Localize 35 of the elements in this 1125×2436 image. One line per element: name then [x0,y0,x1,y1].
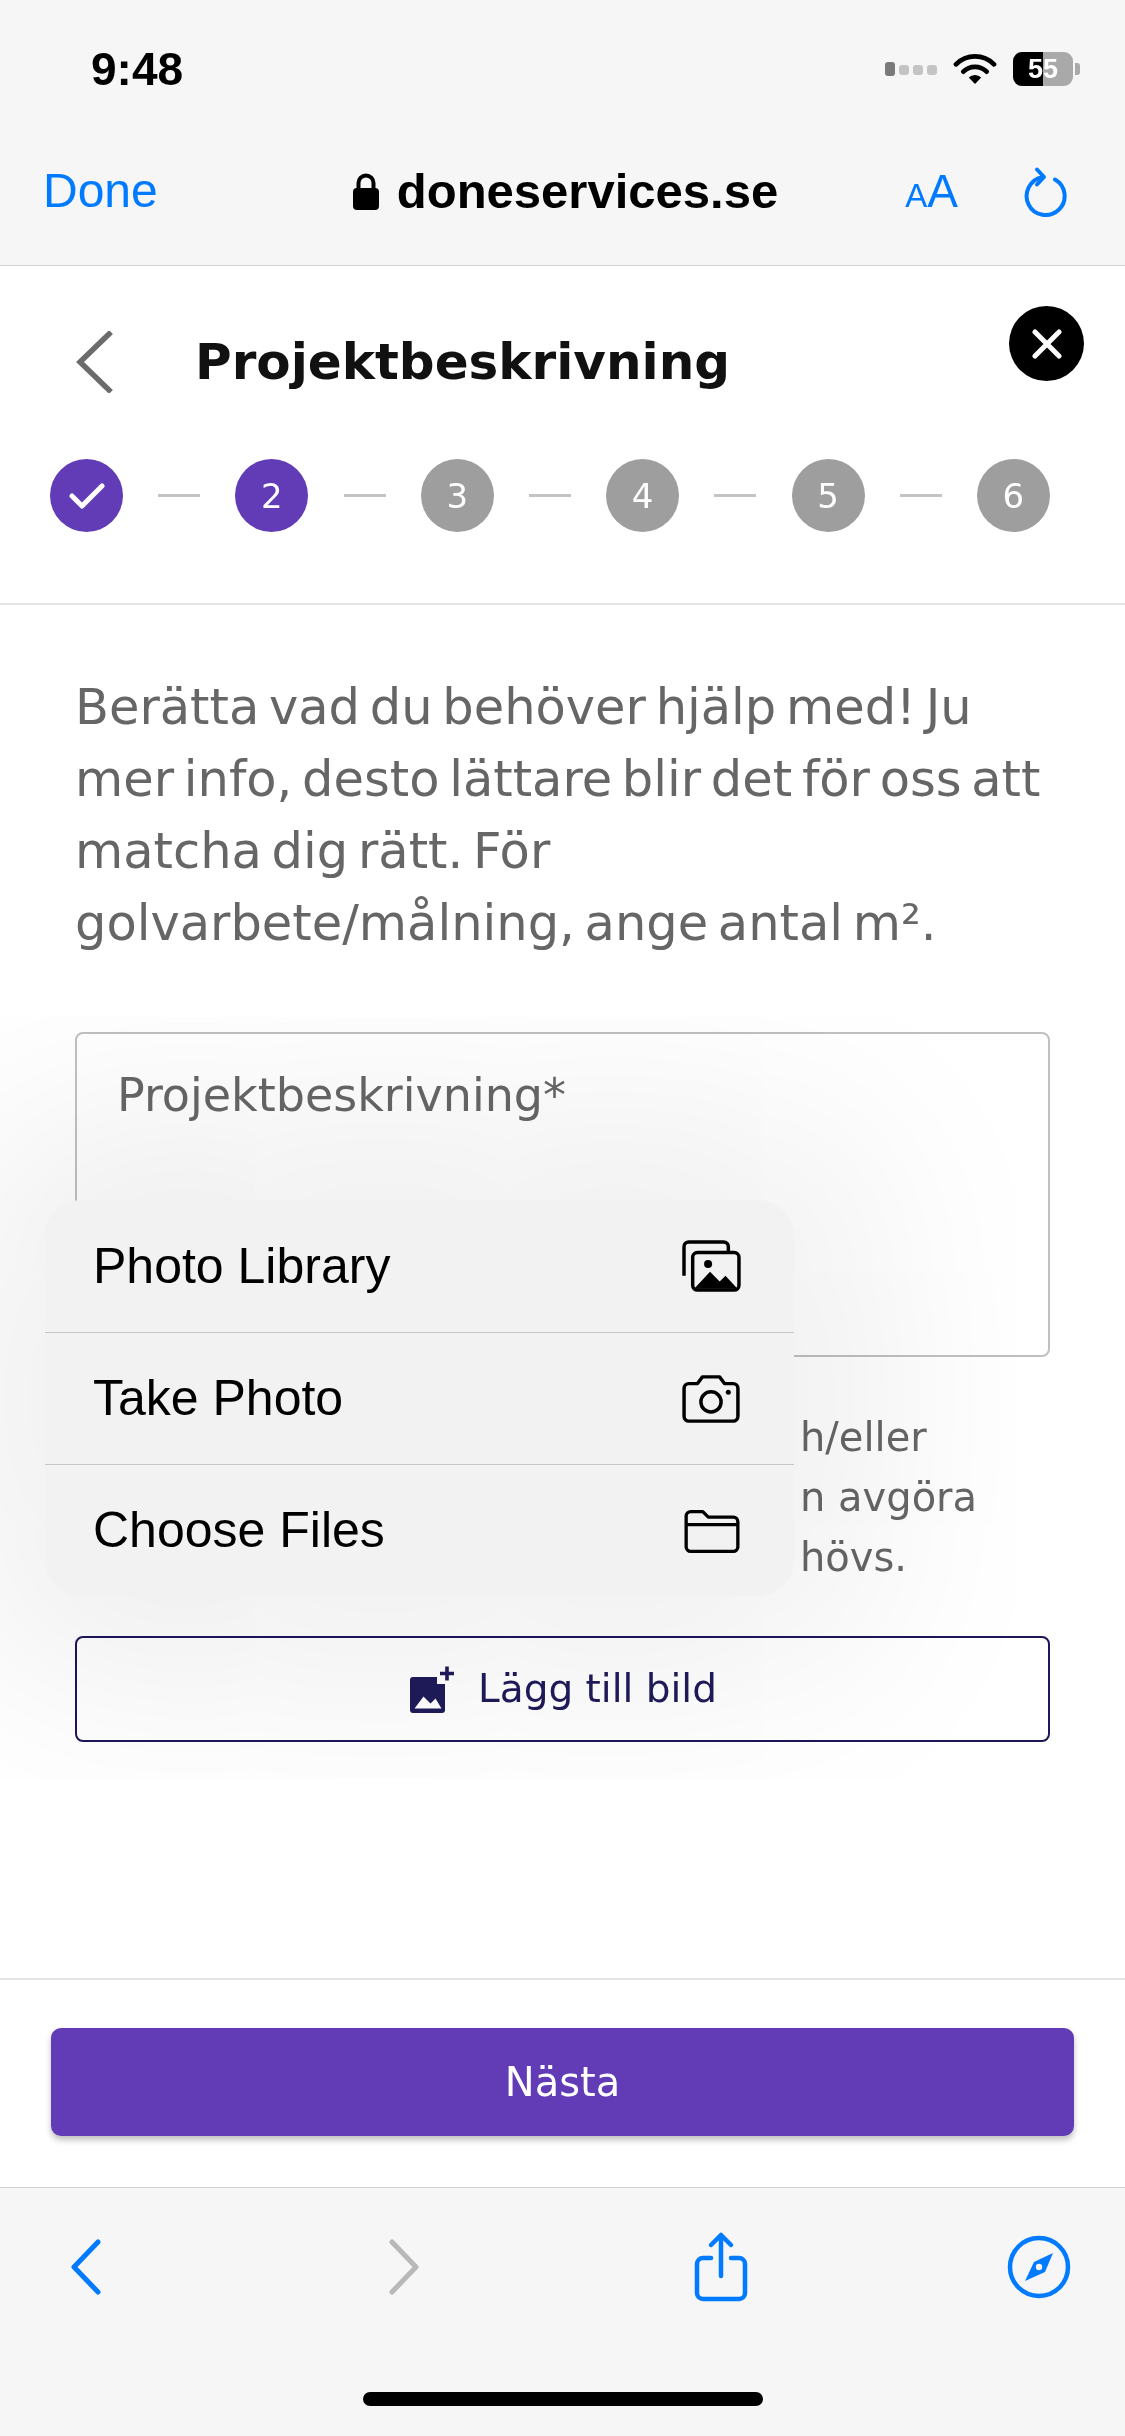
step-indicator: 4 [606,459,680,532]
page-title: Projektbeskrivning [195,332,731,392]
camera-icon [680,1373,742,1424]
reload-button[interactable] [1022,165,1068,218]
back-button[interactable] [75,331,113,393]
menu-item[interactable]: Choose Files [45,1464,794,1596]
step-indicator: 2 [235,459,309,532]
done-button[interactable]: Done [43,165,158,218]
close-icon [1031,328,1062,359]
helper-text: hövs. [800,1533,909,1582]
chevron-left-icon [75,331,113,393]
intro-text: Berätta vad du behöver hjälp med! Ju mer info, desto lättare blir det för oss att matcha dig rätt. För golvarbete/målning, ange antal m². [75,677,1042,954]
step-connector [158,494,201,497]
wifi-icon [953,53,997,85]
photos-icon [680,1239,742,1293]
lock-icon [350,171,381,212]
step-indicator: 5 [791,459,865,532]
url-text: doneservices.se [396,164,779,219]
step-connector [343,494,386,497]
text-size-button[interactable]: AA [905,166,958,217]
step-connector [714,494,757,497]
image-plus-icon [408,1665,457,1713]
step-connector [899,494,942,497]
step-indicator: 6 [976,459,1050,532]
step-connector [528,494,571,497]
status-time: 9:48 [91,46,184,92]
helper-text: h/eller [800,1413,928,1462]
menu-item[interactable]: Take Photo [45,1332,794,1464]
cellular-signal-icon [885,62,937,76]
step-indicator: 3 [420,459,494,532]
next-button[interactable]: Nästa [51,2028,1074,2136]
check-icon [68,481,105,510]
reload-icon [1022,165,1068,218]
add-image-button[interactable]: Lägg till bild [75,1636,1050,1742]
helper-text: n avgöra [800,1473,979,1522]
